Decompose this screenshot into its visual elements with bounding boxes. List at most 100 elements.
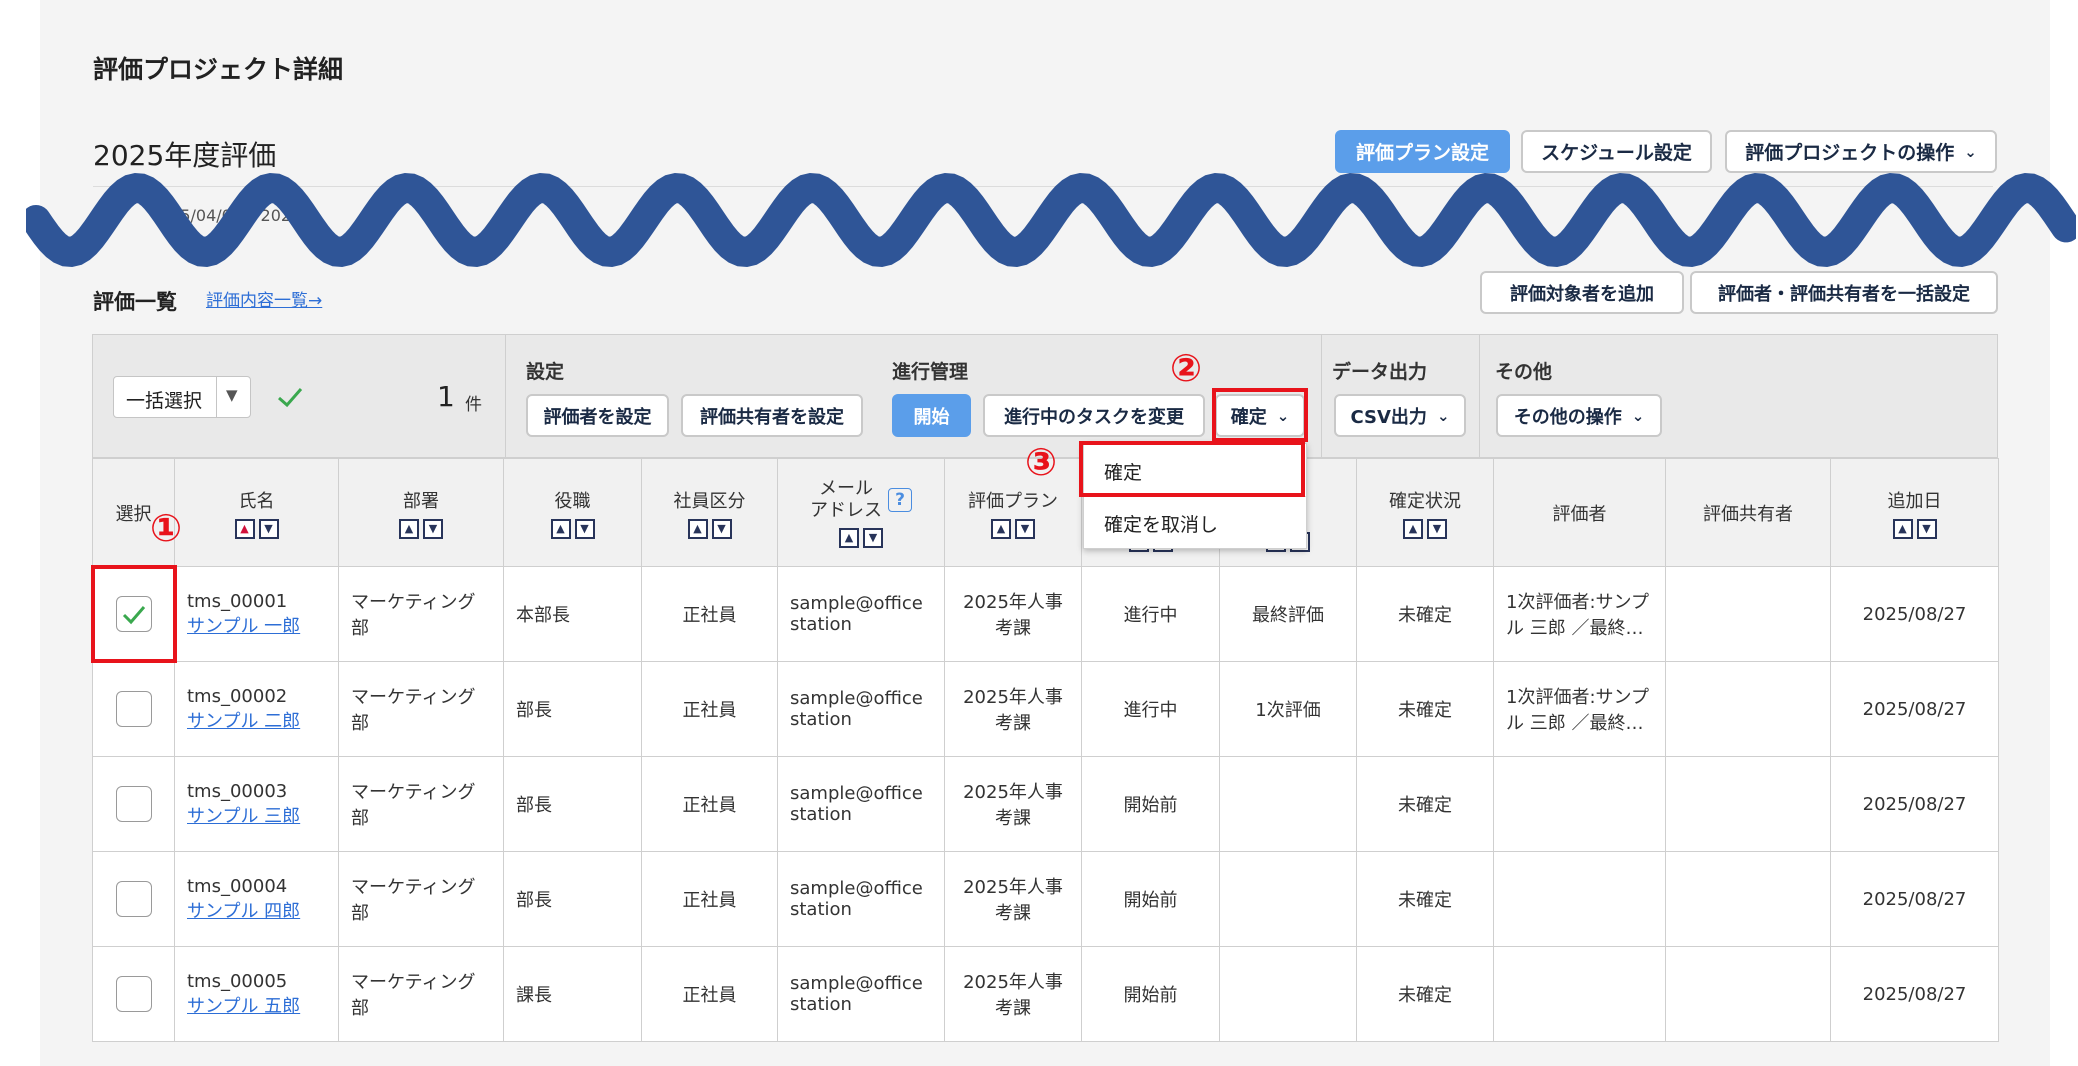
dept-cell: マーケティング部 [338,756,504,852]
employee-name-link[interactable]: サンプル 四郎 [187,897,326,923]
add-target-button[interactable]: 評価対象者を追加 [1480,271,1684,314]
sort-desc-icon[interactable]: ▼ [258,518,279,539]
employee-name-link[interactable]: サンプル 二郎 [187,707,326,733]
employee-name-link[interactable]: サンプル 一郎 [187,612,326,638]
annotation-number-3: ③ [1025,440,1058,484]
menu-item-cancel-confirm[interactable]: 確定を取消し [1104,510,1218,537]
status-cell: 開始前 [1081,756,1220,852]
employee-type-cell: 正社員 [641,566,778,662]
sort-asc-icon[interactable]: ▲ [234,518,255,539]
sort-asc-icon[interactable]: ▲ [839,527,859,548]
evaluation-contents-link[interactable]: 評価内容一覧→ [206,286,322,311]
added-date-cell: 2025/08/27 [1830,661,1999,757]
sort-asc-icon[interactable]: ▲ [1403,518,1423,539]
set-evaluator-button[interactable]: 評価者を設定 [526,394,669,437]
select-cell [92,851,175,947]
col-plan: 評価プラン ▲ ▼ [944,458,1082,567]
list-title: 評価一覧 [93,290,177,314]
toolbar-divider [1321,334,1322,458]
confirm-status-cell: 未確定 [1356,851,1494,947]
employee-name-link[interactable]: サンプル 五郎 [187,992,326,1018]
highlight-confirm-menu-item [1079,441,1305,497]
sort-asc-icon[interactable]: ▲ [687,518,708,539]
employee-name-link[interactable]: サンプル 三郎 [187,802,326,828]
table-row[interactable]: tms_00004 サンプル 四郎 マーケティング部 部長 正社員 sample@… [92,851,1999,947]
row-checkbox[interactable] [115,976,152,1012]
table-row[interactable]: tms_00002 サンプル 二郎 マーケティング部 部長 正社員 sample@… [92,661,1999,757]
status-cell: 開始前 [1081,946,1220,1042]
sort-asc-icon[interactable]: ▲ [550,518,571,539]
role-cell: 課長 [503,946,642,1042]
sharer-cell [1665,851,1831,947]
sort-desc-icon[interactable]: ▼ [863,527,883,548]
confirm-status-cell: 未確定 [1356,946,1494,1042]
plan-cell: 2025年人事考課 [944,756,1082,852]
help-icon[interactable]: ? [888,487,912,512]
status-cell: 進行中 [1081,566,1220,662]
col-email: メール アドレス ? ▲ ▼ [777,458,945,567]
added-date-cell: 2025/08/27 [1830,756,1999,852]
col-added-date: 追加日 ▲ ▼ [1830,458,1999,567]
email-cell: sample@officestation [777,946,945,1042]
added-date-cell: 2025/08/27 [1830,566,1999,662]
plan-settings-button[interactable]: 評価プラン設定 [1335,130,1510,173]
step-cell [1219,851,1357,947]
step-cell [1219,756,1357,852]
table-row[interactable]: tms_00005 サンプル 五郎 マーケティング部 課長 正社員 sample@… [92,946,1999,1042]
row-checkbox[interactable] [115,786,152,822]
selected-count: 1 [437,380,455,413]
step-cell: 1次評価 [1219,661,1357,757]
sharer-cell [1665,661,1831,757]
set-sharer-button[interactable]: 評価共有者を設定 [681,394,863,437]
caret-down-icon[interactable]: ▼ [226,386,238,404]
col-evaluator: 評価者 [1493,458,1666,567]
role-cell: 本部長 [503,566,642,662]
row-checkbox[interactable] [115,691,152,727]
sort-desc-icon[interactable]: ▼ [1015,518,1035,539]
bulk-set-evaluators-button[interactable]: 評価者・評価共有者を一括設定 [1690,271,1998,314]
sort-desc-icon[interactable]: ▼ [1916,518,1937,539]
col-role: 役職 ▲ ▼ [503,458,642,567]
role-cell: 部長 [503,661,642,757]
col-name: 氏名 ▲ ▼ [174,458,339,567]
col-confirm-status: 確定状況 ▲ ▼ [1356,458,1494,567]
chevron-down-icon: ⌄ [1436,406,1450,425]
employee-type-cell: 正社員 [641,756,778,852]
annotation-number-2: ② [1170,346,1203,390]
email-cell: sample@officestation [777,566,945,662]
added-date-cell: 2025/08/27 [1830,946,1999,1042]
sort-desc-icon[interactable]: ▼ [423,518,443,539]
chevron-down-icon: ⌄ [1631,406,1645,425]
progress-section-label: 進行管理 [892,361,969,383]
plan-cell: 2025年人事考課 [944,851,1082,947]
step-cell: 最終評価 [1219,566,1357,662]
email-cell: sample@officestation [777,756,945,852]
status-cell: 開始前 [1081,851,1220,947]
dept-cell: マーケティング部 [338,851,504,947]
row-checkbox[interactable] [115,881,152,917]
other-operations-button[interactable]: その他の操作 ⌄ [1496,394,1662,437]
employee-id: tms_00001 [187,590,288,612]
evaluator-cell [1493,851,1666,947]
table-row[interactable]: tms_00003 サンプル 三郎 マーケティング部 部長 正社員 sample@… [92,756,1999,852]
sort-desc-icon[interactable]: ▼ [711,518,732,539]
sort-asc-icon[interactable]: ▲ [991,518,1011,539]
csv-export-button[interactable]: CSV出力 ⌄ [1334,394,1466,437]
schedule-settings-button[interactable]: スケジュール設定 [1521,130,1712,173]
table-row[interactable]: tms_00001 サンプル 一郎 マーケティング部 本部長 正社員 sample… [92,566,1999,662]
table-body: tms_00001 サンプル 一郎 マーケティング部 本部長 正社員 sample… [92,566,1999,1042]
sort-asc-icon[interactable]: ▲ [1892,518,1913,539]
sort-desc-icon[interactable]: ▼ [1427,518,1447,539]
role-cell: 部長 [503,756,642,852]
sort-asc-icon[interactable]: ▲ [399,518,419,539]
project-operations-button[interactable]: 評価プロジェクトの操作 ⌄ [1725,130,1997,173]
confirm-status-cell: 未確定 [1356,566,1494,662]
page-title: 評価プロジェクト詳細 [93,55,344,84]
sort-desc-icon[interactable]: ▼ [574,518,595,539]
evaluator-cell [1493,946,1666,1042]
check-icon [278,388,303,408]
plan-cell: 2025年人事考課 [944,566,1082,662]
change-task-button[interactable]: 進行中のタスクを変更 [983,394,1205,437]
start-button[interactable]: 開始 [892,394,971,437]
employee-id: tms_00003 [187,780,288,802]
